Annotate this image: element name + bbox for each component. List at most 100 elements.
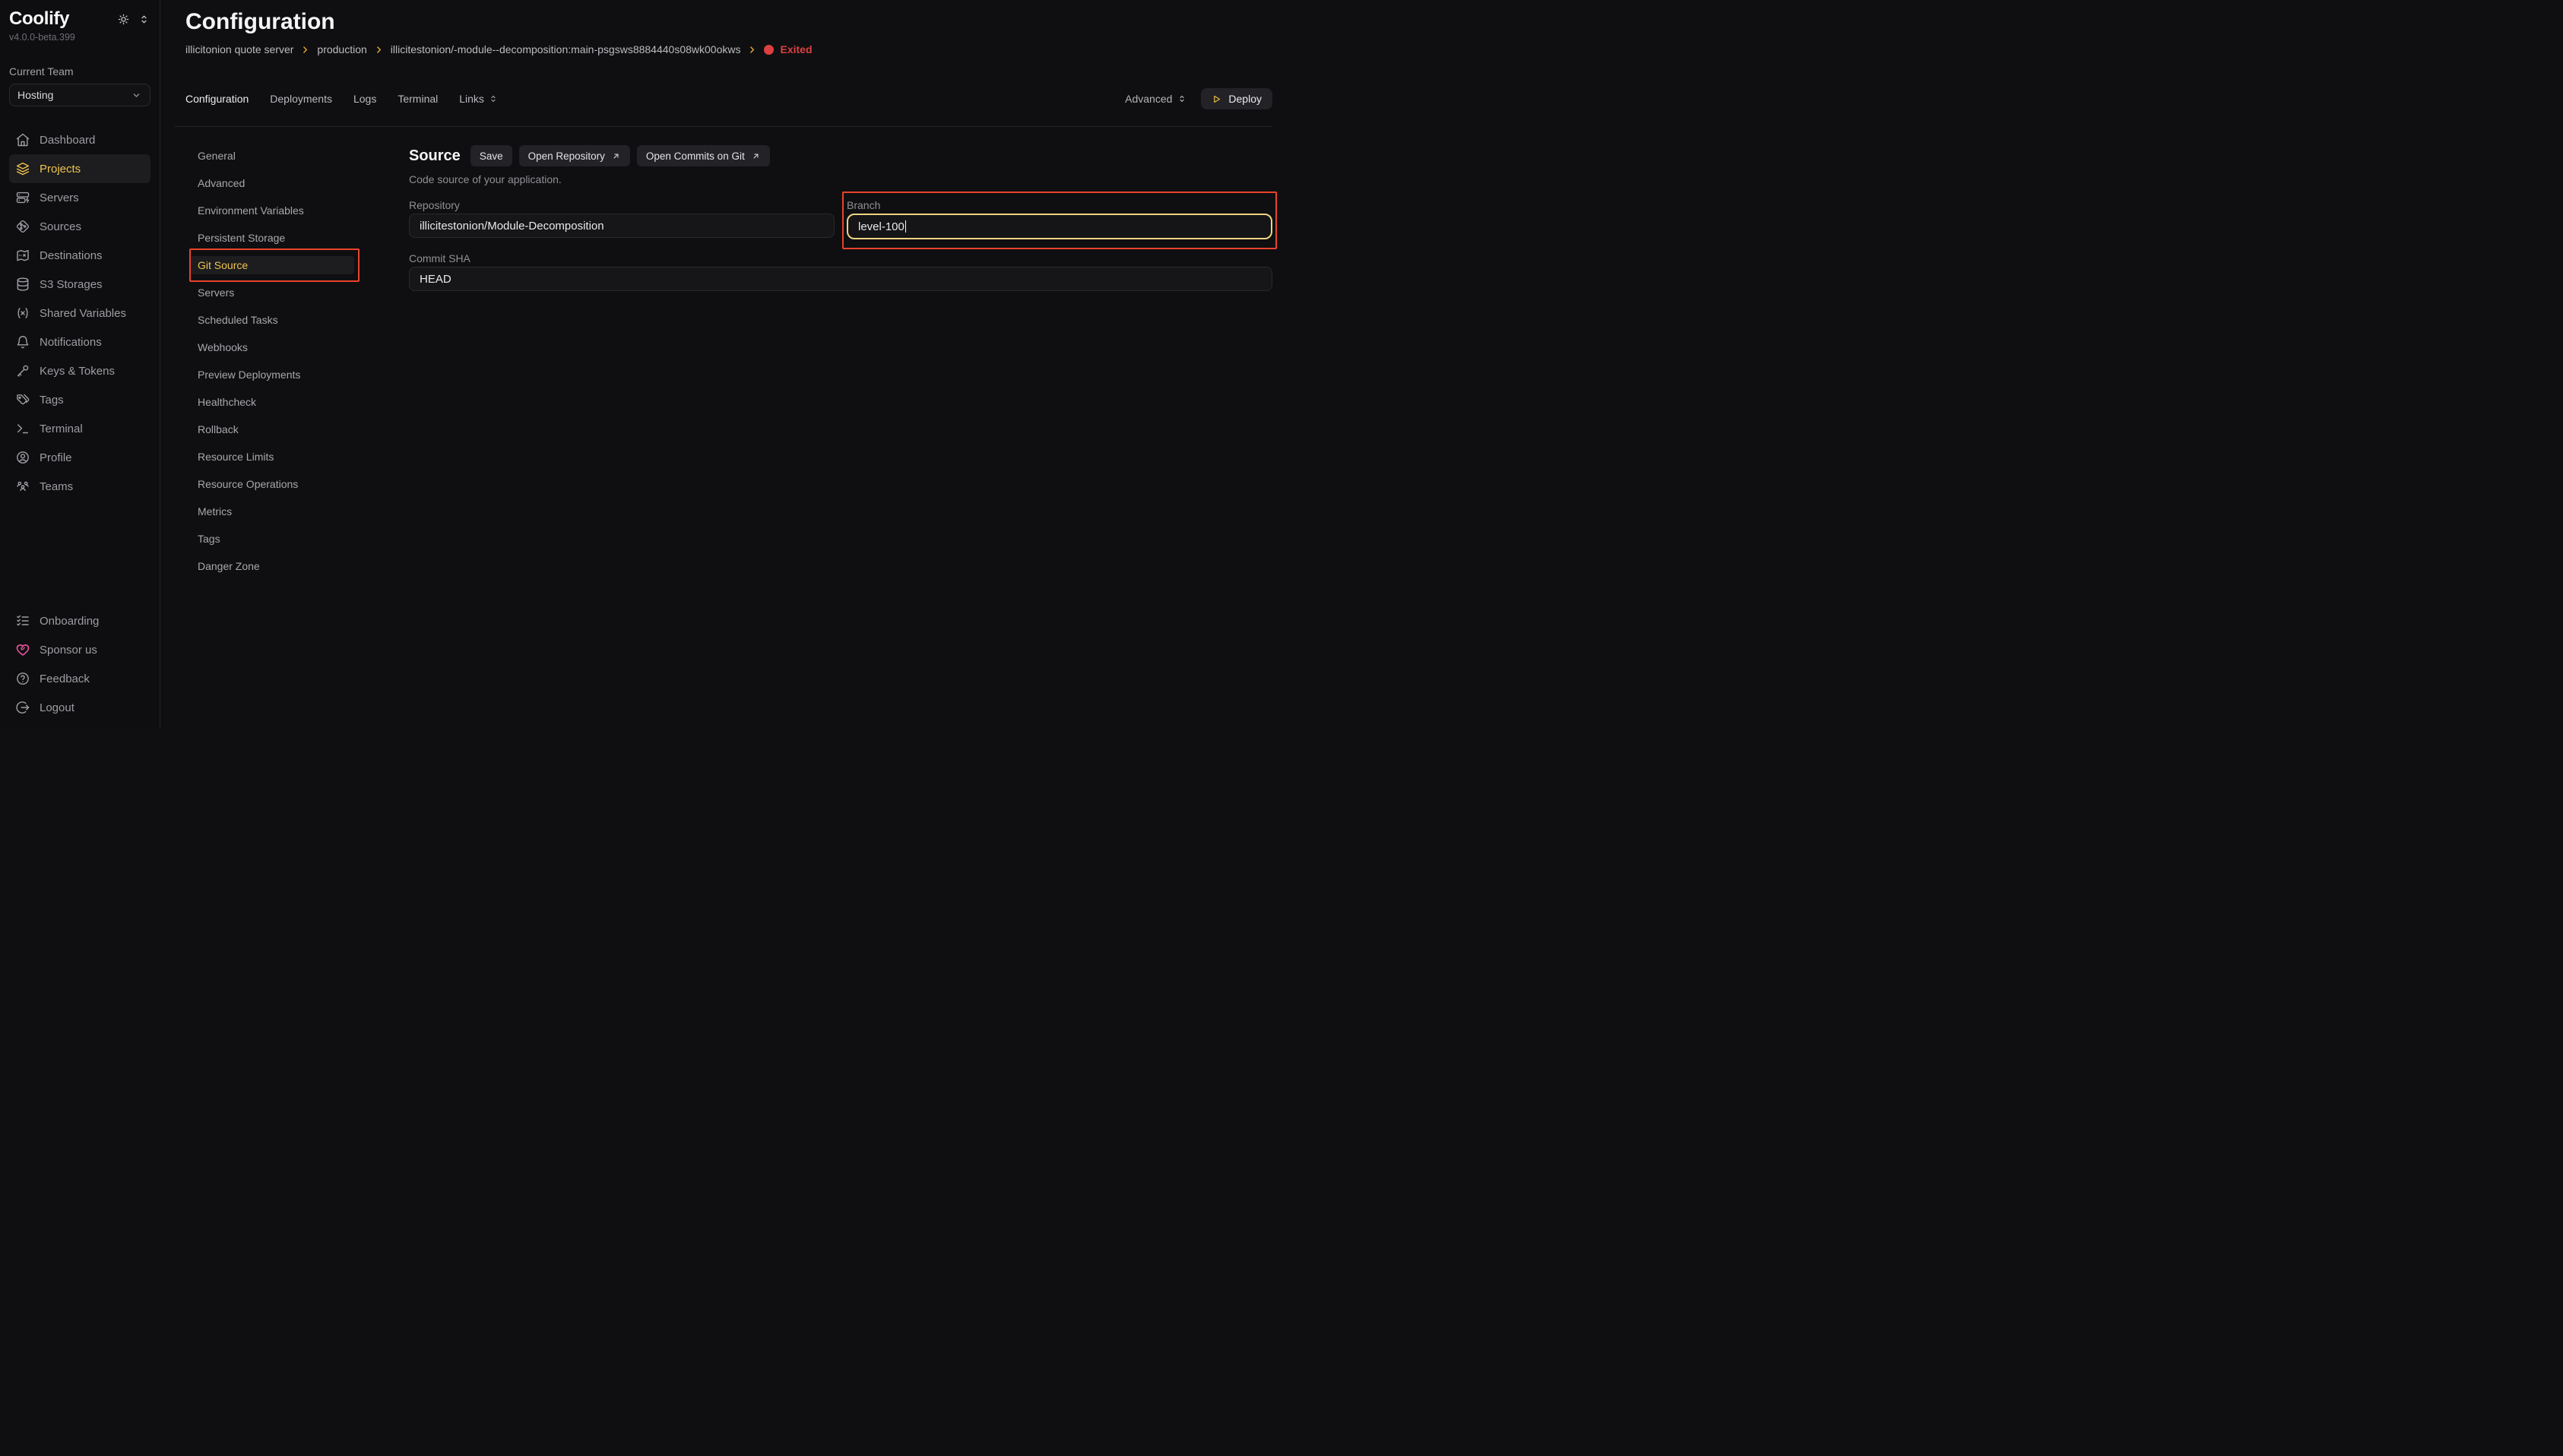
source-header-row: Source Save Open Repository Open Commits… [409, 145, 1272, 166]
config-nav-persistent-storage[interactable]: Persistent Storage [190, 224, 354, 252]
bell-icon [15, 334, 30, 350]
config-nav-resource-operations[interactable]: Resource Operations [190, 470, 354, 498]
tags-icon [15, 392, 30, 407]
chevron-right-icon [374, 45, 384, 55]
chevrons-up-down-icon[interactable] [138, 13, 150, 26]
list-checks-icon [15, 613, 30, 628]
sidebar-footer: Onboarding Sponsor us Feedback Logout [9, 606, 150, 722]
arrow-up-right-icon [611, 151, 621, 161]
breadcrumb-environment[interactable]: production [317, 43, 366, 55]
text-caret [905, 220, 907, 233]
status-badge: Exited [764, 43, 812, 55]
sidebar-item-sources[interactable]: Sources [9, 212, 150, 241]
config-nav-general[interactable]: General [190, 142, 354, 169]
sidebar-nav: Dashboard Projects Servers Sources Desti… [9, 125, 150, 501]
branch-input[interactable]: level-100 [847, 214, 1272, 239]
tabs-divider [175, 126, 1272, 127]
source-section: Source Save Open Repository Open Commits… [409, 142, 1272, 580]
app-logo[interactable]: Coolify [9, 8, 69, 30]
sidebar-item-notifications[interactable]: Notifications [9, 328, 150, 356]
chevrons-up-down-icon [488, 93, 499, 104]
tab-terminal[interactable]: Terminal [398, 93, 438, 105]
sidebar-item-tags[interactable]: Tags [9, 385, 150, 414]
sidebar-item-teams[interactable]: Teams [9, 472, 150, 501]
repository-input[interactable]: illicitestonion/Module-Decomposition [409, 214, 835, 238]
sidebar-item-shared-variables[interactable]: Shared Variables [9, 299, 150, 328]
server-icon [15, 190, 30, 205]
status-label: Exited [780, 43, 812, 55]
breadcrumb-project[interactable]: illicitonion quote server [185, 43, 293, 55]
main-area: Configuration illicitonion quote server … [160, 0, 1282, 728]
config-nav: General Advanced Environment Variables P… [190, 142, 354, 580]
config-nav-danger-zone[interactable]: Danger Zone [190, 552, 354, 580]
sun-icon[interactable] [117, 13, 130, 26]
layers-icon [15, 161, 30, 176]
tab-links[interactable]: Links [459, 93, 499, 105]
config-nav-healthcheck[interactable]: Healthcheck [190, 388, 354, 416]
branch-label: Branch [847, 198, 1272, 212]
git-source-icon [15, 219, 30, 234]
sidebar-item-projects[interactable]: Projects [9, 154, 150, 183]
sidebar-item-terminal[interactable]: Terminal [9, 414, 150, 443]
configuration-content: General Advanced Environment Variables P… [160, 142, 1282, 580]
help-circle-icon [15, 671, 30, 686]
config-nav-metrics[interactable]: Metrics [190, 498, 354, 525]
commit-sha-input[interactable]: HEAD [409, 267, 1272, 291]
sidebar-item-dashboard[interactable]: Dashboard [9, 125, 150, 154]
current-team-label: Current Team [9, 65, 150, 78]
config-nav-resource-limits[interactable]: Resource Limits [190, 443, 354, 470]
config-nav-tags[interactable]: Tags [190, 525, 354, 552]
home-icon [15, 132, 30, 147]
chevron-right-icon [300, 45, 310, 55]
config-nav-preview-deployments[interactable]: Preview Deployments [190, 361, 354, 388]
sidebar: Coolify v4.0.0-beta.399 Current Team Hos… [0, 0, 160, 728]
repository-label: Repository [409, 198, 835, 212]
config-nav-rollback[interactable]: Rollback [190, 416, 354, 443]
commit-sha-field-group: Commit SHA HEAD [409, 252, 1272, 291]
open-repository-button[interactable]: Open Repository [519, 145, 630, 166]
sidebar-item-feedback[interactable]: Feedback [9, 664, 150, 693]
play-icon [1212, 94, 1221, 104]
main-header: Configuration illicitonion quote server … [160, 0, 1282, 57]
sidebar-item-logout[interactable]: Logout [9, 693, 150, 722]
config-nav-advanced[interactable]: Advanced [190, 169, 354, 197]
deploy-button[interactable]: Deploy [1201, 88, 1272, 109]
arrow-up-right-icon [751, 151, 761, 161]
user-circle-icon [15, 450, 30, 465]
status-dot-icon [764, 45, 774, 55]
sidebar-item-s3-storages[interactable]: S3 Storages [9, 270, 150, 299]
advanced-menu[interactable]: Advanced [1125, 93, 1187, 105]
users-icon [15, 479, 30, 494]
page-title: Configuration [185, 9, 1282, 35]
sidebar-item-onboarding[interactable]: Onboarding [9, 606, 150, 635]
sidebar-item-destinations[interactable]: Destinations [9, 241, 150, 270]
team-select-value: Hosting [17, 89, 53, 101]
source-title: Source [409, 147, 461, 165]
open-commits-button[interactable]: Open Commits on Git [637, 145, 770, 166]
tab-logs[interactable]: Logs [353, 93, 376, 105]
config-nav-servers[interactable]: Servers [190, 279, 354, 306]
key-icon [15, 363, 30, 378]
save-button[interactable]: Save [470, 145, 512, 166]
config-nav-webhooks[interactable]: Webhooks [190, 334, 354, 361]
terminal-icon [15, 421, 30, 436]
tab-deployments[interactable]: Deployments [270, 93, 332, 105]
config-nav-scheduled-tasks[interactable]: Scheduled Tasks [190, 306, 354, 334]
header-actions: Advanced Deploy [1125, 88, 1272, 109]
tabs: Configuration Deployments Logs Terminal … [185, 93, 499, 105]
config-nav-git-source[interactable]: Git Source [190, 252, 354, 279]
config-nav-environment-variables[interactable]: Environment Variables [190, 197, 354, 224]
sidebar-item-sponsor-us[interactable]: Sponsor us [9, 635, 150, 664]
variable-icon [15, 305, 30, 321]
chevrons-up-down-icon [1177, 93, 1187, 104]
team-select[interactable]: Hosting [9, 84, 150, 106]
sidebar-item-profile[interactable]: Profile [9, 443, 150, 472]
sidebar-item-keys-tokens[interactable]: Keys & Tokens [9, 356, 150, 385]
branch-field-group: Branch level-100 [847, 198, 1272, 239]
logout-icon [15, 700, 30, 715]
sidebar-header-icons [117, 13, 150, 26]
tab-configuration[interactable]: Configuration [185, 93, 249, 105]
tabs-row: Configuration Deployments Logs Terminal … [185, 88, 1272, 109]
sidebar-item-servers[interactable]: Servers [9, 183, 150, 212]
breadcrumb-application[interactable]: illicitestonion/-module--decomposition:m… [391, 43, 741, 55]
